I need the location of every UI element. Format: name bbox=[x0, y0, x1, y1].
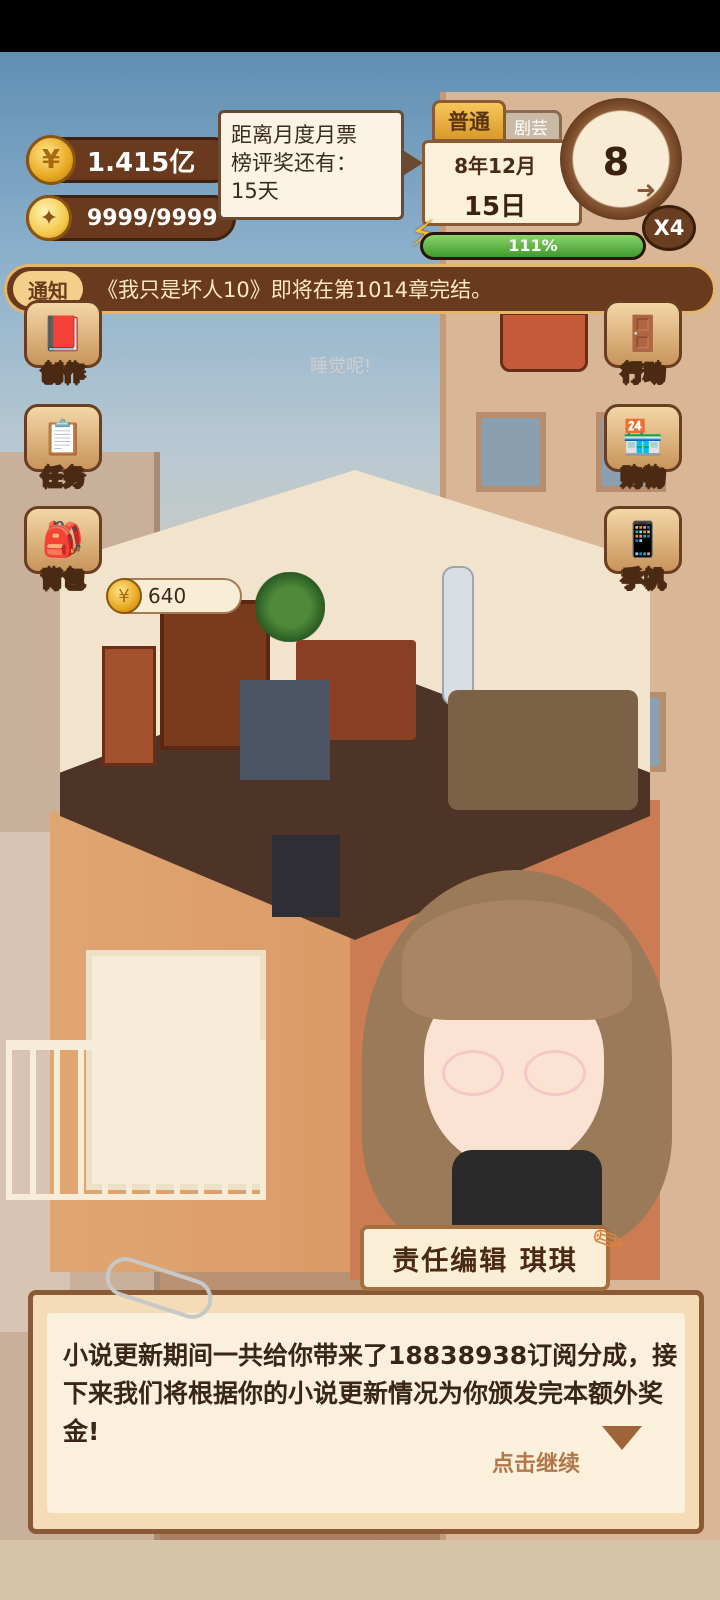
energy-progress-bar: 111% bbox=[420, 232, 646, 260]
phone-button[interactable]: 📱 手机 bbox=[600, 506, 686, 594]
tooltip-line: 15天 bbox=[231, 179, 279, 203]
clock-value: 8 bbox=[602, 140, 630, 184]
action-button-label: 行动 bbox=[620, 362, 665, 388]
room-door[interactable] bbox=[102, 646, 156, 766]
shop-button-label: 购物 bbox=[620, 466, 665, 492]
calendar-day: 15日 bbox=[463, 192, 527, 222]
editor-character-portrait bbox=[362, 870, 672, 1270]
speed-multiplier-button[interactable]: X4 bbox=[642, 205, 696, 251]
date-mode-tab[interactable]: 普通 bbox=[432, 100, 506, 142]
create-button-label: 创作 bbox=[40, 362, 85, 388]
action-button[interactable]: 🚪 行动 bbox=[600, 300, 686, 388]
lightbulb-icon: ✦ bbox=[26, 195, 72, 241]
phone-button-label: 手机 bbox=[620, 568, 665, 594]
clock-hand-icon: ➜ bbox=[636, 176, 657, 204]
create-button[interactable]: 📕 创作 bbox=[20, 300, 106, 388]
sleep-hint: 睡觉呢! bbox=[310, 356, 372, 377]
speaker-nameplate: 责任编辑 琪琪 bbox=[360, 1225, 610, 1291]
potted-plant bbox=[255, 572, 325, 642]
monthly-ranking-tooltip: 距离月度月票 榜评奖还有： 15天 bbox=[218, 110, 423, 220]
status-bar bbox=[0, 0, 720, 52]
coin-counter[interactable]: ¥ 1.415亿 bbox=[26, 135, 236, 185]
dialog-box[interactable]: 小说更新期间一共给你带来了18838938订阅分成，接下来我们将根据你的小说更新… bbox=[28, 1290, 704, 1534]
backpack-button-label: 背包 bbox=[40, 568, 85, 594]
bed[interactable] bbox=[448, 690, 638, 810]
glasses bbox=[442, 1050, 592, 1098]
bottom-ground bbox=[0, 1540, 720, 1600]
notice-text: 《我只是坏人10》即将在第1014章完结。 bbox=[97, 278, 493, 302]
dog-house[interactable] bbox=[240, 680, 330, 780]
tasks-button[interactable]: 📋 任务 bbox=[20, 404, 106, 492]
backpack-button[interactable]: 🎒 背包 bbox=[20, 506, 106, 594]
shop-button[interactable]: 🏪 购物 bbox=[600, 404, 686, 492]
coin-icon: ¥ bbox=[26, 135, 76, 185]
tower-fan bbox=[442, 566, 474, 706]
coin-icon: ¥ bbox=[106, 578, 142, 614]
continue-arrow-icon[interactable] bbox=[602, 1426, 642, 1450]
tooltip-line: 榜评奖还有： bbox=[231, 151, 357, 175]
date-tab-secondary[interactable]: 剧芸 bbox=[500, 110, 562, 142]
item-price-tag[interactable]: ¥ 640 bbox=[106, 578, 242, 614]
calendar-year-month: 8年12月 bbox=[454, 154, 536, 178]
tasks-button-label: 任务 bbox=[40, 466, 85, 492]
coin-value: 1.415亿 bbox=[87, 147, 196, 178]
dialog-text: 小说更新期间一共给你带来了18838938订阅分成，接下来我们将根据你的小说更新… bbox=[63, 1341, 678, 1446]
continue-button[interactable]: 点击继续 bbox=[492, 1446, 580, 1478]
award-plaque bbox=[500, 312, 588, 372]
balcony-railing bbox=[6, 1040, 266, 1200]
inspiration-counter[interactable]: ✦ 9999/9999 bbox=[26, 195, 236, 241]
energy-progress-label: 111% bbox=[508, 236, 558, 255]
inspiration-value: 9999/9999 bbox=[87, 205, 218, 231]
television bbox=[272, 835, 340, 917]
tooltip-line: 距离月度月票 bbox=[231, 123, 357, 147]
item-price-value: 640 bbox=[148, 584, 187, 608]
